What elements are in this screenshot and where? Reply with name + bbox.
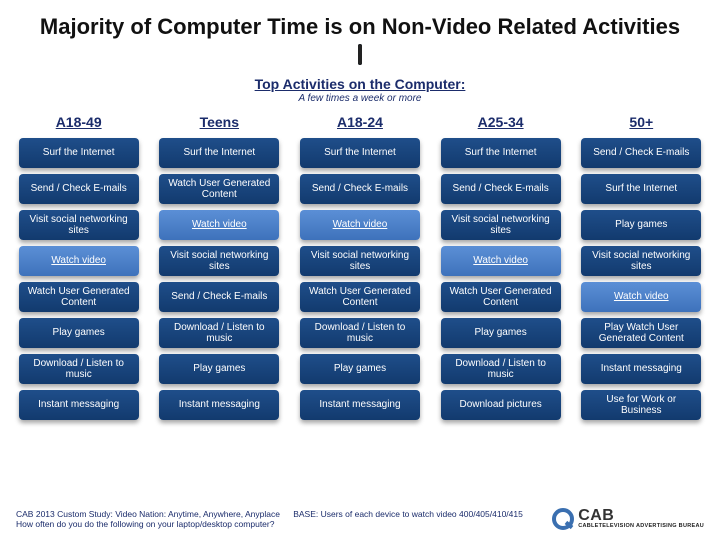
activity-pill: Download pictures xyxy=(441,390,561,420)
activity-pill: Watch User Generated Content xyxy=(159,174,279,204)
columns-container: A18-49 Surf the Internet Send / Check E-ma… xyxy=(0,104,720,426)
activity-pill-highlight: Watch video xyxy=(159,210,279,240)
activity-pill: Surf the Internet xyxy=(441,138,561,168)
activity-pill: Watch User Generated Content xyxy=(300,282,420,312)
cab-logo-tagline: CABLETELEVISION ADVERTISING BUREAU xyxy=(578,524,704,530)
cab-logo-text: CAB xyxy=(578,508,704,524)
subtitle: Top Activities on the Computer: xyxy=(0,76,720,92)
laptop-icon-wrap xyxy=(0,46,720,74)
activity-pill: Use for Work or Business xyxy=(581,390,701,420)
page-title: Majority of Computer Time is on Non-Vide… xyxy=(0,0,720,48)
activity-pill: Visit social networking sites xyxy=(300,246,420,276)
activity-pill: Instant messaging xyxy=(159,390,279,420)
cab-logo: CAB CABLETELEVISION ADVERTISING BUREAU xyxy=(552,508,704,530)
column-header: A18-24 xyxy=(337,114,383,132)
activity-pill: Play games xyxy=(581,210,701,240)
activity-pill: Surf the Internet xyxy=(19,138,139,168)
activity-pill: Visit social networking sites xyxy=(441,210,561,240)
activity-pill-highlight: Watch video xyxy=(441,246,561,276)
activity-pill: Send / Check E-mails xyxy=(159,282,279,312)
activity-pill: Instant messaging xyxy=(19,390,139,420)
activity-column: A18-24 Surf the Internet Send / Check E-ma… xyxy=(296,114,424,426)
footer: CAB 2013 Custom Study: Video Nation: Any… xyxy=(16,508,704,530)
activity-pill: Send / Check E-mails xyxy=(300,174,420,204)
activity-column: 50+ Send / Check E-mails Surf the Internet… xyxy=(577,114,705,426)
activity-pill-highlight: Watch video xyxy=(19,246,139,276)
activity-pill: Surf the Internet xyxy=(159,138,279,168)
footnote-text: CAB 2013 Custom Study: Video Nation: Any… xyxy=(16,509,540,530)
activity-column: A18-49 Surf the Internet Send / Check E-ma… xyxy=(15,114,143,426)
column-header: Teens xyxy=(200,114,239,132)
activity-pill: Surf the Internet xyxy=(581,174,701,204)
cab-logo-icon xyxy=(552,508,574,530)
activity-pill: Send / Check E-mails xyxy=(441,174,561,204)
column-header: A25-34 xyxy=(478,114,524,132)
activity-pill: Download / Listen to music xyxy=(300,318,420,348)
activity-column: A25-34 Surf the Internet Send / Check E-ma… xyxy=(437,114,565,426)
activity-pill: Play games xyxy=(159,354,279,384)
activity-pill: Download / Listen to music xyxy=(19,354,139,384)
activity-pill: Instant messaging xyxy=(300,390,420,420)
activity-column: Teens Surf the Internet Watch User Generat… xyxy=(155,114,283,426)
activity-pill: Send / Check E-mails xyxy=(19,174,139,204)
laptop-icon xyxy=(337,46,383,74)
activity-pill: Watch User Generated Content xyxy=(19,282,139,312)
activity-pill: Visit social networking sites xyxy=(19,210,139,240)
activity-pill: Visit social networking sites xyxy=(159,246,279,276)
activity-pill: Surf the Internet xyxy=(300,138,420,168)
activity-pill: Play games xyxy=(441,318,561,348)
activity-pill: Play Watch User Generated Content xyxy=(581,318,701,348)
activity-pill: Download / Listen to music xyxy=(159,318,279,348)
column-header: 50+ xyxy=(629,114,653,132)
subtitle-note: A few times a week or more xyxy=(0,93,720,104)
activity-pill: Download / Listen to music xyxy=(441,354,561,384)
activity-pill: Visit social networking sites xyxy=(581,246,701,276)
activity-pill: Watch User Generated Content xyxy=(441,282,561,312)
activity-pill-highlight: Watch video xyxy=(300,210,420,240)
activity-pill: Send / Check E-mails xyxy=(581,138,701,168)
column-header: A18-49 xyxy=(56,114,102,132)
activity-pill: Play games xyxy=(19,318,139,348)
activity-pill: Play games xyxy=(300,354,420,384)
activity-pill: Instant messaging xyxy=(581,354,701,384)
activity-pill-highlight: Watch video xyxy=(581,282,701,312)
